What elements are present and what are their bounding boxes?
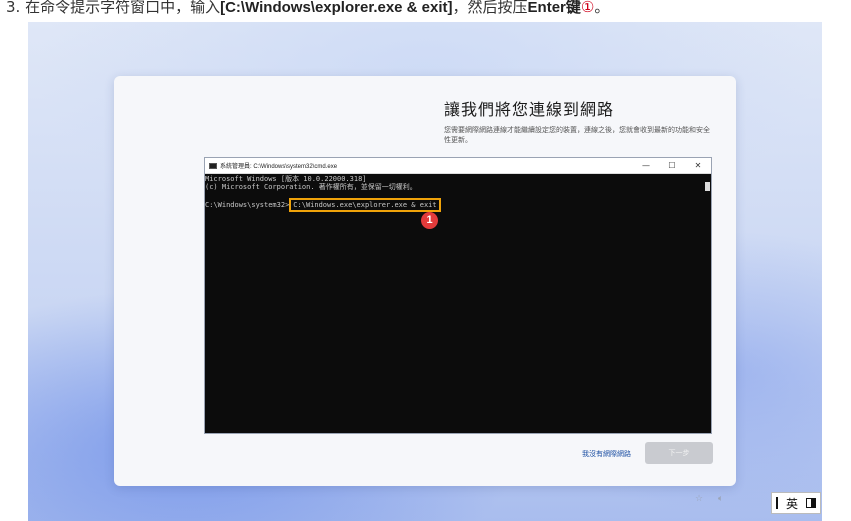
oobe-title: 讓我們將您連線到網路	[444, 100, 615, 119]
instruction-key-suffix: 键	[565, 0, 581, 16]
oobe-dialog: 讓我們將您連線到網路 您需要網際網路連線才能繼續設定您的裝置，連線之後，您就會收…	[114, 76, 736, 486]
half-width-icon	[805, 498, 816, 508]
cmd-app-icon	[209, 162, 217, 169]
cmd-window-title: 系統管理員: C:\Windows\system32\cmd.exe	[220, 164, 338, 170]
minimize-icon[interactable]: —	[633, 158, 659, 173]
cmd-scrollbar-thumb[interactable]	[705, 182, 710, 191]
oobe-description: 您需要網際網路連線才能繼續設定您的裝置，連線之後，您就會收到最新的功能和安全性更…	[444, 126, 710, 144]
instruction-command: [C:\Windows\explorer.exe & exit]	[220, 0, 453, 16]
cmd-console[interactable]: Microsoft Windows [版本 10.0.22000.318] (c…	[205, 174, 704, 433]
cmd-version-line: Microsoft Windows [版本 10.0.22000.318]	[205, 175, 367, 183]
cmd-window[interactable]: 系統管理員: C:\Windows\system32\cmd.exe — ☐ ✕…	[204, 157, 712, 434]
instruction-middle: ，然后按压	[452, 0, 528, 16]
cmd-prompt-line: C:\Windows\system32> C:\Windows.exe\explo…	[205, 198, 704, 212]
volume-icon[interactable]: 🔈︎	[718, 494, 723, 504]
cmd-titlebar[interactable]: 系統管理員: C:\Windows\system32\cmd.exe — ☐ ✕	[205, 158, 711, 174]
instruction-prefix: 在命令提示字符窗口中，输入	[25, 0, 221, 16]
step-number: 3.	[6, 0, 21, 16]
ime-mode-label: 英	[785, 496, 798, 511]
instruction-key: Enter	[527, 0, 566, 16]
text-cursor-icon	[775, 497, 778, 509]
cmd-typed-command[interactable]: C:\Windows.exe\explorer.exe & exit	[289, 198, 441, 212]
next-button[interactable]: 下一步	[645, 442, 713, 464]
ime-indicator[interactable]: 英	[771, 492, 821, 514]
instruction-end: 。	[594, 0, 610, 16]
no-internet-link[interactable]: 我沒有網際網路	[582, 449, 631, 459]
accessibility-icon[interactable]: ☆	[695, 494, 703, 504]
step-marker-badge: 1	[421, 212, 438, 229]
cmd-prompt: C:\Windows\system32>	[205, 201, 290, 209]
cmd-copyright-line: (c) Microsoft Corporation. 著作權所有，並保留一切權利…	[205, 183, 417, 191]
windows-setup-screenshot: 讓我們將您連線到網路 您需要網際網路連線才能繼續設定您的裝置，連線之後，您就會收…	[28, 22, 822, 521]
maximize-icon[interactable]: ☐	[659, 158, 685, 173]
cmd-scrollbar[interactable]	[704, 174, 711, 433]
close-icon[interactable]: ✕	[685, 158, 711, 173]
instruction-text: 3. 在命令提示字符窗口中，输入[C:\Windows\explorer.exe…	[6, 0, 609, 18]
instruction-circled-number: ①	[580, 0, 595, 16]
